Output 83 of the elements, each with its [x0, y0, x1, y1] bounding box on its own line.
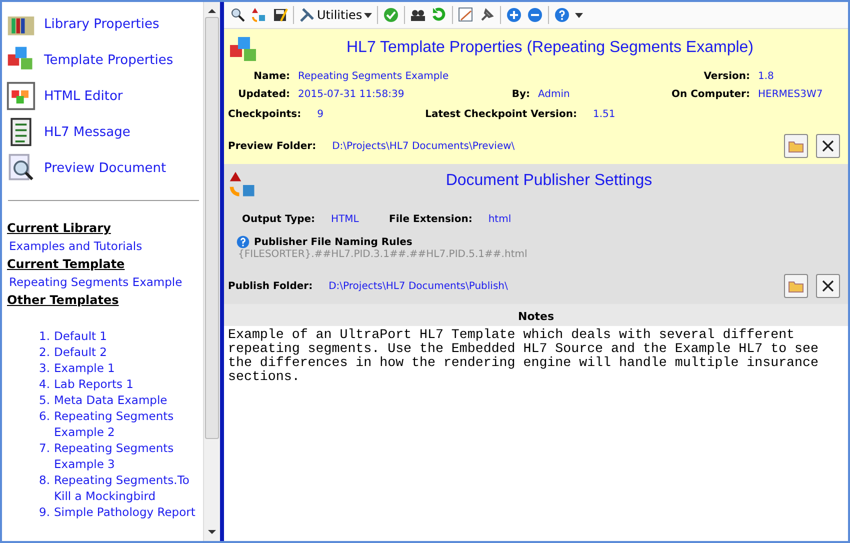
caret-icon — [364, 12, 372, 18]
field-label: Latest Checkpoint Version: — [425, 109, 578, 120]
list-number: 9. — [38, 504, 51, 520]
caret-icon[interactable] — [575, 12, 584, 18]
field-label: Version: — [702, 71, 751, 82]
section-title: HL7 Template Properties (Repeating Segments Example) — [345, 39, 755, 57]
help-icon — [236, 235, 250, 249]
nav-item[interactable]: HTML Editor — [6, 78, 203, 114]
folder-icon — [788, 139, 804, 153]
library-link[interactable]: Examples and Tutorials — [9, 237, 203, 255]
magnifier-icon[interactable] — [230, 7, 246, 23]
section-heading: Current Template — [7, 256, 126, 273]
field-label: Output Type: — [242, 214, 316, 225]
notes-field[interactable]: Example of an UltraPort HL7 Template which deals with several different repeating segments. Use the Embedded HL7 Source and the Example HL7 to see the differences in how the rendering engine will handle multiple insurance sections. — [224, 326, 834, 541]
list-number: 7. — [38, 440, 51, 457]
open-folder-button[interactable] — [784, 134, 808, 158]
field-label: Publisher File Naming Rules — [254, 236, 414, 248]
nav-item[interactable]: Library Properties — [6, 6, 203, 42]
open-folder-button[interactable] — [784, 274, 808, 298]
nav-item[interactable]: Template Properties — [6, 42, 203, 78]
field-value: Repeating Segments Example — [298, 71, 450, 82]
refresh-icon[interactable] — [431, 7, 448, 23]
field-label: File Extension: — [389, 214, 474, 225]
field-value: 1.8 — [758, 71, 775, 82]
colored-cubes-icon — [6, 81, 36, 111]
template-link[interactable]: Repeating Segments Example 3 — [54, 440, 203, 472]
remove-icon[interactable] — [527, 7, 544, 23]
field-value: 9 — [317, 109, 324, 120]
template-link[interactable]: Example 1 — [54, 360, 115, 376]
field-label: Name: — [252, 71, 291, 82]
notes-heading: Notes — [224, 304, 848, 326]
field-value: HTML — [331, 214, 360, 225]
field-label: Publish Folder: — [228, 280, 314, 292]
save-icon[interactable] — [272, 7, 288, 23]
template-link[interactable]: Meta Data Example — [54, 392, 168, 408]
naming-rule: {FILESORTER}.##HL7.PID.3.1##.##HL7.PID.5.1##.html — [238, 249, 528, 260]
template-link[interactable]: Default 1 — [54, 328, 107, 344]
folder-icon — [788, 279, 804, 293]
list-number: 4. — [38, 376, 51, 392]
template-link[interactable]: Lab Reports 1 — [54, 376, 134, 392]
list-number: 5. — [38, 392, 51, 408]
nav-item[interactable]: Preview Document — [6, 150, 203, 186]
close-icon — [821, 139, 835, 153]
field-label: Updated: — [237, 89, 291, 100]
clear-button[interactable] — [816, 134, 840, 158]
field-value: HERMES3W7 — [758, 89, 824, 100]
template-link[interactable]: Repeating Segments Example — [9, 273, 203, 291]
list-number: 1. — [38, 328, 51, 344]
template-link[interactable]: Default 2 — [54, 344, 107, 360]
template-link[interactable]: Simple Pathology Report — [54, 504, 196, 520]
utilities-menu[interactable]: Utilities — [299, 7, 372, 23]
list-number: 6. — [38, 408, 51, 425]
template-link[interactable]: Repeating Segments.To Kill a Mockingbird — [54, 472, 203, 504]
field-label: By: — [510, 89, 531, 100]
magnifier-document-icon — [6, 153, 36, 183]
field-label: On Computer: — [670, 89, 751, 100]
shapes-icon[interactable] — [251, 7, 267, 23]
checkmark-icon[interactable] — [383, 7, 400, 23]
list-number: 8. — [38, 472, 51, 489]
tools-icon — [299, 7, 315, 23]
clear-button[interactable] — [816, 274, 840, 298]
section-heading: Other Templates — [7, 292, 120, 309]
scroll-up-icon[interactable] — [208, 8, 216, 14]
template-link[interactable]: Repeating Segments Example 2 — [54, 408, 203, 440]
list-number: 3. — [38, 360, 51, 376]
nav-item[interactable]: HL7 Message — [6, 114, 203, 150]
close-icon — [821, 279, 835, 293]
section-title: Document Publisher Settings — [444, 172, 654, 190]
field-value: 1.51 — [592, 109, 616, 120]
scroll-down-icon[interactable] — [208, 529, 216, 535]
folder-path: D:\Projects\HL7 Documents\Preview\ — [332, 140, 516, 152]
field-value: Admin — [538, 89, 571, 100]
field-label: Checkpoints: — [228, 109, 302, 120]
field-label: Preview Folder: — [228, 140, 318, 152]
list-number: 2. — [38, 344, 51, 360]
folder-path: D:\Projects\HL7 Documents\Publish\ — [328, 280, 509, 292]
field-value: 2015-07-31 11:58:39 — [298, 89, 406, 100]
chart-edit-icon[interactable] — [458, 7, 474, 23]
help-icon[interactable] — [554, 7, 570, 23]
section-heading: Current Library — [7, 220, 112, 237]
field-value: html — [488, 214, 512, 225]
add-icon[interactable] — [506, 7, 522, 23]
users-icon[interactable] — [410, 7, 426, 23]
